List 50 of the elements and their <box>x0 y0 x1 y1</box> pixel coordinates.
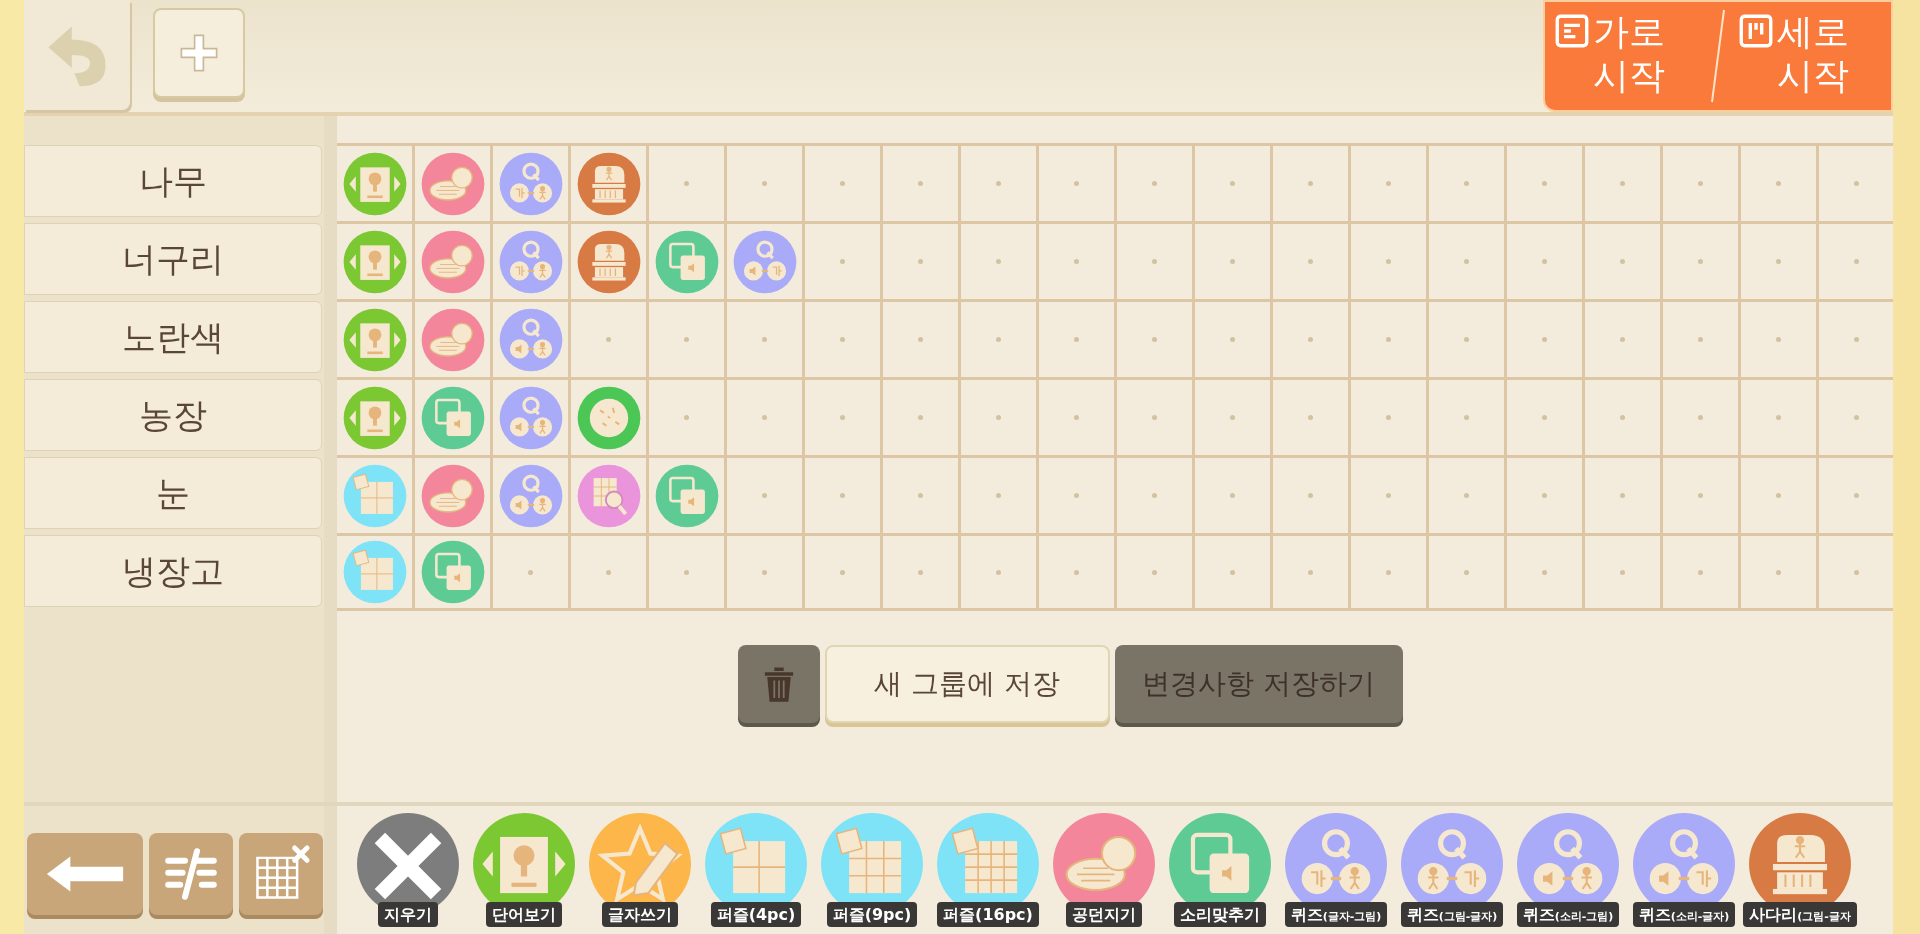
word-item[interactable]: 나무 <box>24 145 322 217</box>
quiz-icon <box>498 229 563 294</box>
tool-label[interactable]: 퍼즐(9pc) <box>826 902 918 927</box>
start-label: 가로 <box>1593 10 1665 54</box>
puzzle-icon <box>342 463 407 528</box>
tool-label[interactable]: 사다리(그림-글자 <box>1743 902 1857 927</box>
ladder-game-icon <box>576 229 641 294</box>
sound-match-icon <box>654 463 719 528</box>
ball-throw-icon <box>420 463 485 528</box>
word-card-icon <box>342 151 407 216</box>
ball-throw-icon <box>420 229 485 294</box>
word-item[interactable]: 노란색 <box>24 301 322 373</box>
word-card-icon <box>342 229 407 294</box>
word-item[interactable]: 너구리 <box>24 223 322 295</box>
tool-label[interactable]: 글자쓰기 <box>602 902 678 927</box>
sound-match-icon <box>420 385 485 450</box>
word-card-icon <box>342 307 407 372</box>
magnifier-grid-icon <box>576 463 641 528</box>
word-card-icon <box>342 385 407 450</box>
start-label: 세로 <box>1777 10 1849 54</box>
word-item[interactable]: 농장 <box>24 379 322 451</box>
ball-throw-icon <box>420 151 485 216</box>
quiz-icon <box>732 229 797 294</box>
tool-label[interactable]: 퀴즈(소리-그림) <box>1516 902 1620 927</box>
back-button[interactable] <box>24 0 130 110</box>
tool-label[interactable]: 지우기 <box>378 902 438 927</box>
tool-label[interactable]: 퀴즈(소리-글자) <box>1632 902 1736 927</box>
tool-label[interactable]: 퍼즐(16pc) <box>937 902 1039 927</box>
sound-match-icon <box>420 540 485 604</box>
tool-label[interactable]: 퀴즈(글자-그림) <box>1284 902 1388 927</box>
ball-throw-icon <box>420 307 485 372</box>
scatter-icon <box>576 385 641 450</box>
tool-label[interactable]: 단어보기 <box>486 902 562 927</box>
tool-label[interactable]: 소리맞추기 <box>1174 902 1266 927</box>
quiz-icon <box>498 385 563 450</box>
word-item[interactable]: 눈 <box>24 457 322 529</box>
sound-match-icon <box>654 229 719 294</box>
tool-label[interactable]: 퀴즈(그림-글자) <box>1400 902 1504 927</box>
start-label: 시작 <box>1777 54 1849 98</box>
quiz-icon <box>498 307 563 372</box>
word-item[interactable]: 냉장고 <box>24 535 322 607</box>
ladder-game-icon <box>576 151 641 216</box>
tool-label[interactable]: 공던지기 <box>1066 902 1142 927</box>
horizontal-lines-icon <box>1555 14 1589 48</box>
puzzle-icon <box>342 540 407 604</box>
start-label: 시작 <box>1593 54 1665 98</box>
tool-label[interactable]: 퍼즐(4pc) <box>710 902 802 927</box>
vertical-lines-icon <box>1739 14 1773 48</box>
quiz-icon <box>498 151 563 216</box>
quiz-icon <box>498 463 563 528</box>
